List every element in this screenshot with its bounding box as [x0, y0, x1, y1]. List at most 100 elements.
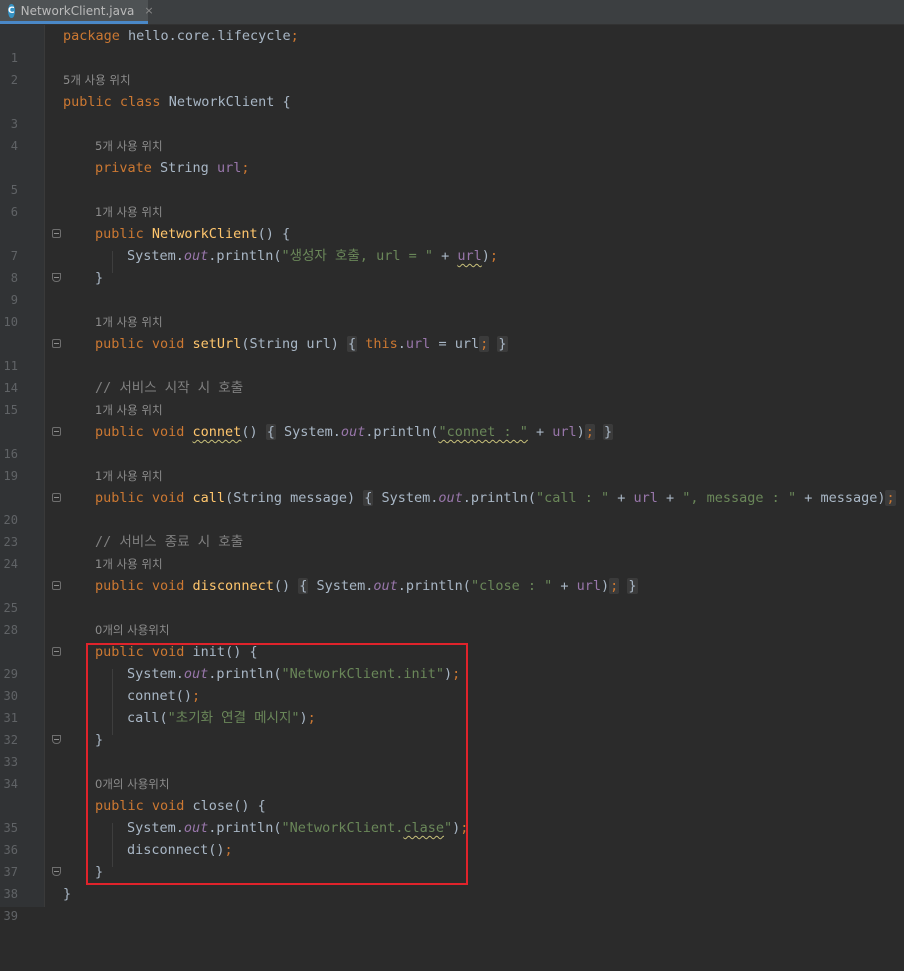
- line-number: 39: [0, 905, 18, 927]
- usage-hint-row: 0개의 사용위치: [0, 773, 904, 795]
- semicolon: ;: [452, 666, 460, 682]
- code-line: 1 package hello.core.lifecycle;: [0, 25, 904, 47]
- code-line: 6: [0, 179, 904, 201]
- usage-hint[interactable]: 1개 사용 위치: [95, 465, 163, 487]
- code-text: disconnect(): [127, 842, 225, 858]
- folded-brace: }: [627, 578, 637, 594]
- usage-hint-row: 1개 사용 위치: [0, 553, 904, 575]
- code-line: 23: [0, 509, 904, 531]
- keyword: this: [357, 336, 398, 352]
- keyword: private: [95, 160, 152, 176]
- keyword: class: [112, 94, 161, 110]
- fold-icon[interactable]: [52, 647, 61, 656]
- code-text: System.: [308, 578, 373, 594]
- fold-end-icon[interactable]: [52, 735, 61, 744]
- code-line: 37 disconnect();: [0, 839, 904, 861]
- code-text: .println(: [208, 666, 281, 682]
- code-line: 14: [0, 355, 904, 377]
- code-line: 2: [0, 47, 904, 69]
- usage-hint[interactable]: 1개 사용 위치: [95, 201, 163, 223]
- field-ref: url: [577, 578, 601, 594]
- fold-end-icon[interactable]: [52, 867, 61, 876]
- keyword: package: [63, 28, 120, 44]
- keyword: public: [95, 226, 144, 242]
- code-line: 8 System.out.println("생성자 호출, url = " + …: [0, 245, 904, 267]
- code-line: 32 call("초기화 연결 메시지");: [0, 707, 904, 729]
- close-tab-icon[interactable]: ×: [144, 4, 153, 17]
- code-text: ): [300, 710, 308, 726]
- method-name: call: [193, 490, 226, 506]
- keyword: public void: [95, 578, 193, 594]
- static-field: out: [184, 820, 208, 836]
- semicolon: ;: [585, 424, 595, 440]
- string-literal: "생성자 호출, url = ": [281, 248, 433, 264]
- code-text: System.: [127, 666, 184, 682]
- code-text: }: [63, 883, 71, 905]
- code-text: System.: [373, 490, 438, 506]
- keyword: public void: [95, 490, 193, 506]
- usage-hint[interactable]: 5개 사용 위치: [95, 135, 163, 157]
- tab-label: NetworkClient.java: [21, 4, 135, 18]
- code-line: 33 }: [0, 729, 904, 751]
- string-literal: "NetworkClient.: [281, 820, 403, 836]
- code-text: +: [552, 578, 576, 594]
- semicolon: ;: [609, 578, 619, 594]
- semicolon: ;: [479, 336, 489, 352]
- usage-hint[interactable]: 0개의 사용위치: [95, 773, 169, 795]
- code-line: 34: [0, 751, 904, 773]
- code-text: .println(: [208, 820, 281, 836]
- usage-hint[interactable]: 1개 사용 위치: [95, 399, 163, 421]
- fold-icon[interactable]: [52, 427, 61, 436]
- fold-icon[interactable]: [52, 581, 61, 590]
- code-text: (): [241, 424, 265, 440]
- folded-brace: {: [347, 336, 357, 352]
- string-literal: ": [444, 820, 452, 836]
- code-text: (String url): [241, 336, 347, 352]
- semicolon: ;: [192, 688, 200, 704]
- field-ref: url: [406, 336, 430, 352]
- code-editor[interactable]: 1 package hello.core.lifecycle; 2 5개 사용 …: [0, 25, 904, 905]
- code-text: .println(: [365, 424, 438, 440]
- code-line: 35 public void close() {: [0, 795, 904, 817]
- folded-brace: }: [603, 424, 613, 440]
- code-text: System.: [127, 820, 184, 836]
- code-text: ): [482, 248, 490, 264]
- code-text: [595, 424, 603, 440]
- code-line: 16 public void connet() { System.out.pri…: [0, 421, 904, 443]
- fold-icon[interactable]: [52, 493, 61, 502]
- code-line: 38 }: [0, 861, 904, 883]
- usage-hint[interactable]: 5개 사용 위치: [63, 69, 131, 91]
- code-line: 29 public void init() {: [0, 641, 904, 663]
- folded-brace: }: [497, 336, 507, 352]
- semicolon: ;: [225, 842, 233, 858]
- semicolon: ;: [308, 710, 316, 726]
- fold-end-icon[interactable]: [52, 273, 61, 282]
- fold-icon[interactable]: [52, 339, 61, 348]
- code-text: (): [274, 578, 298, 594]
- string-literal: ", message : ": [682, 490, 796, 506]
- package-name: hello.core.lifecycle: [120, 28, 291, 44]
- code-line: 30 System.out.println("NetworkClient.ini…: [0, 663, 904, 685]
- usage-hint[interactable]: 0개의 사용위치: [95, 619, 169, 641]
- method-name: setUrl: [193, 336, 242, 352]
- usage-hint-row: 0개의 사용위치: [0, 619, 904, 641]
- tab-networkclient-java[interactable]: C NetworkClient.java ×: [0, 0, 148, 24]
- static-field: out: [438, 490, 462, 506]
- code-text: System.: [276, 424, 341, 440]
- code-line: 3 public class NetworkClient {: [0, 91, 904, 113]
- usage-hint-row: 1개 사용 위치: [0, 399, 904, 421]
- code-line: 25 public void disconnect() { System.out…: [0, 575, 904, 597]
- code-line: 19: [0, 443, 904, 465]
- folded-brace: {: [298, 578, 308, 594]
- comment: // 서비스 시작 시 호출: [95, 377, 243, 399]
- code-text: }: [95, 267, 103, 289]
- string-literal-typo: clase: [403, 820, 444, 836]
- fold-icon[interactable]: [52, 229, 61, 238]
- usage-hint[interactable]: 1개 사용 위치: [95, 553, 163, 575]
- usage-hint[interactable]: 1개 사용 위치: [95, 311, 163, 333]
- comment: // 서비스 종료 시 호출: [95, 531, 243, 553]
- code-text: (String message): [225, 490, 363, 506]
- field-ref: url: [552, 424, 576, 440]
- code-text: = url: [430, 336, 479, 352]
- class-name: NetworkClient {: [161, 94, 291, 110]
